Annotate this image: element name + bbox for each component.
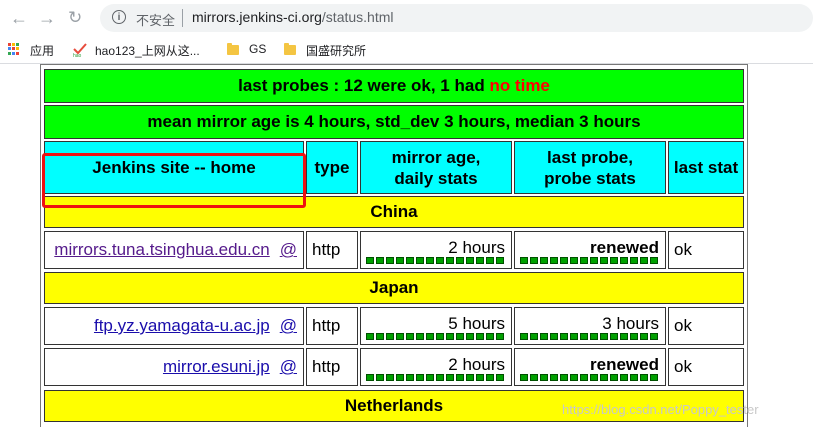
age-stats-bar	[366, 257, 504, 264]
type-cell: http	[306, 231, 358, 269]
folder-icon	[227, 43, 239, 55]
probe-cell: renewed	[514, 231, 666, 269]
site-cell: mirror.esuni.jp @	[44, 348, 304, 386]
mean-age-summary: mean mirror age is 4 hours, std_dev 3 ho…	[44, 105, 744, 139]
age-stats-bar	[366, 374, 504, 381]
probe-cell: 3 hours	[514, 307, 666, 345]
page-content: last probes : 12 were ok, 1 had no time …	[0, 64, 813, 427]
address-bar[interactable]: i 不安全 mirrors.jenkins-ci.org/status.html	[100, 4, 813, 32]
probe-value: 3 hours	[602, 314, 659, 333]
header-last-probe-line1: last probe,	[547, 147, 633, 167]
probe-value: renewed	[590, 238, 659, 257]
browser-toolbar: ← → ↻ i 不安全 mirrors.jenkins-ci.org/statu…	[0, 0, 813, 36]
url-path: /status.html	[321, 9, 394, 25]
age-value: 2 hours	[448, 355, 505, 374]
stat-cell: ok	[668, 231, 744, 269]
highlight-annotation	[42, 153, 306, 208]
bookmark-guosheng[interactable]: 国盛研究所	[306, 42, 366, 59]
type-cell: http	[306, 307, 358, 345]
site-link[interactable]: mirror.esuni.jp	[163, 357, 270, 376]
bookmark-gs[interactable]: GS	[249, 42, 266, 56]
header-last-stat: last stat	[668, 141, 744, 194]
age-cell: 2 hours	[360, 231, 512, 269]
header-mirror-age: mirror age, daily stats	[360, 141, 512, 194]
bookmark-hao123[interactable]: hao123_上网从这...	[95, 42, 200, 59]
site-link[interactable]: mirrors.tuna.tsinghua.edu.cn	[54, 240, 269, 259]
probe-stats-bar	[520, 257, 658, 264]
probe-stats-bar	[520, 374, 658, 381]
insecure-label[interactable]: 不安全	[136, 10, 175, 29]
back-arrow-icon[interactable]: ←	[10, 8, 28, 28]
site-link[interactable]: ftp.yz.yamagata-u.ac.jp	[94, 316, 270, 335]
age-value: 5 hours	[448, 314, 505, 333]
type-cell: http	[306, 348, 358, 386]
url-text[interactable]: mirrors.jenkins-ci.org/status.html	[192, 9, 394, 25]
header-mirror-age-line2: daily stats	[394, 168, 478, 188]
forward-arrow-icon[interactable]: →	[38, 8, 56, 28]
stat-cell: ok	[668, 348, 744, 386]
home-link[interactable]: @	[280, 357, 297, 376]
divider	[182, 9, 183, 27]
probe-stats-bar	[520, 333, 658, 340]
svg-text:hao: hao	[73, 53, 82, 57]
probe-value: renewed	[590, 355, 659, 374]
site-cell: mirrors.tuna.tsinghua.edu.cn @	[44, 231, 304, 269]
bookmark-apps[interactable]: 应用	[30, 42, 54, 59]
site-cell: ftp.yz.yamagata-u.ac.jp @	[44, 307, 304, 345]
folder-icon	[284, 43, 296, 55]
probe-cell: renewed	[514, 348, 666, 386]
home-link[interactable]: @	[280, 240, 297, 259]
age-cell: 5 hours	[360, 307, 512, 345]
bookmarks-bar: 应用 hao hao123_上网从这... GS 国盛研究所	[0, 36, 813, 64]
home-link[interactable]: @	[280, 316, 297, 335]
hao123-icon: hao	[73, 43, 87, 57]
age-stats-bar	[366, 333, 504, 340]
stat-cell: ok	[668, 307, 744, 345]
header-last-probe: last probe, probe stats	[514, 141, 666, 194]
header-last-probe-line2: probe stats	[544, 168, 636, 188]
apps-grid-icon[interactable]	[8, 43, 20, 55]
header-mirror-age-line1: mirror age,	[391, 147, 481, 167]
age-value: 2 hours	[448, 238, 505, 257]
url-host: mirrors.jenkins-ci.org	[192, 9, 322, 25]
probes-summary-text: last probes : 12 were ok, 1 had	[238, 76, 490, 95]
info-icon[interactable]: i	[112, 10, 126, 24]
group-japan: Japan	[44, 272, 744, 304]
age-cell: 2 hours	[360, 348, 512, 386]
reload-icon[interactable]: ↻	[68, 8, 82, 28]
watermark: https://blog.csdn.net/Poppy_tester	[562, 402, 759, 417]
probes-summary: last probes : 12 were ok, 1 had no time	[44, 69, 744, 103]
header-type: type	[306, 141, 358, 194]
no-time-label: no time	[489, 76, 550, 95]
